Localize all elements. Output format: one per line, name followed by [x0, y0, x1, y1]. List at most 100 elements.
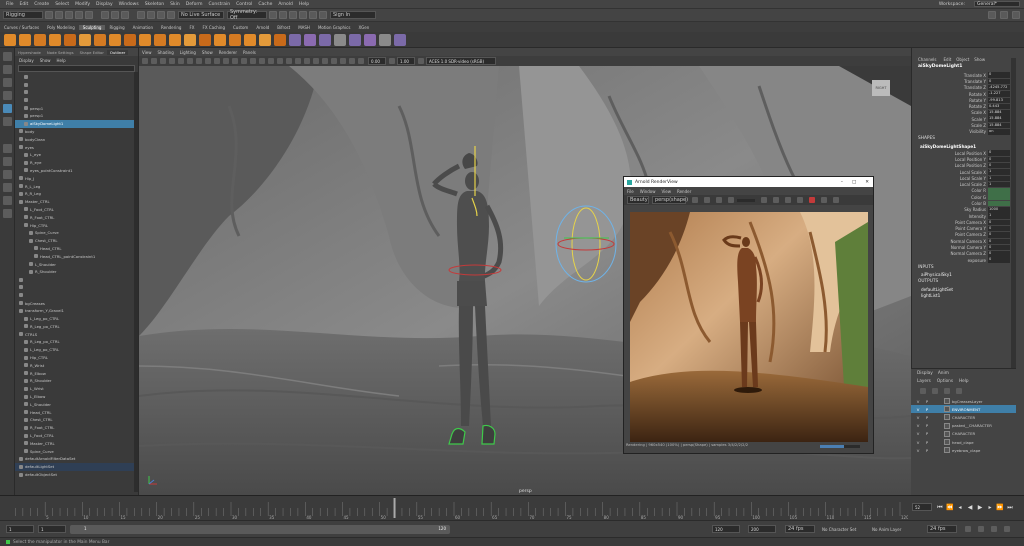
outliner-menu-item[interactable]: Display [19, 58, 34, 63]
renderview-menu-item[interactable]: Render [677, 189, 691, 194]
channel-value[interactable]: 0 [988, 244, 1010, 251]
debug-icon[interactable] [833, 197, 839, 203]
channel-row[interactable]: Point Camera X0 [912, 219, 1016, 226]
user-icon[interactable] [319, 11, 327, 19]
signin-dropdown[interactable]: Sign In [330, 11, 376, 19]
channel-value[interactable] [988, 194, 1010, 200]
snapshot-icon[interactable] [761, 197, 767, 203]
layer-visibility-toggle[interactable]: V [915, 431, 921, 436]
single-view-icon[interactable] [3, 144, 12, 153]
renderview-menu-item[interactable]: Window [640, 189, 656, 194]
channel-row[interactable]: Translate Z -4245.772 [912, 84, 1016, 91]
menu-item-control[interactable]: Control [236, 2, 252, 7]
channel-row[interactable]: Point Camera Z0 [912, 232, 1016, 238]
channel-value[interactable]: 0 [988, 257, 1010, 263]
modeling-toolkit-icon[interactable] [1012, 11, 1020, 19]
channel-row[interactable]: Color G [912, 194, 1016, 200]
symmetry-dropdown[interactable]: Symmetry: Off [227, 9, 267, 21]
resolution-gate-icon[interactable] [196, 58, 202, 64]
outliner-item[interactable]: R_Shoulder [15, 268, 138, 276]
sculpt-tool-icon[interactable] [4, 33, 16, 46]
channel-value[interactable]: 1 [988, 181, 1010, 188]
outliner-item[interactable] [15, 284, 138, 292]
channel-row[interactable]: Scale Z 15.884 [912, 122, 1016, 129]
aov-dropdown[interactable]: Beauty [627, 196, 649, 204]
outliner-item[interactable]: L_eye [15, 151, 138, 159]
channel-row[interactable]: Color B [912, 200, 1016, 207]
viewport-menu-item[interactable]: Panels [240, 50, 259, 55]
outliner-item[interactable]: L_Shoulder [15, 400, 138, 408]
channel-value[interactable]: 0 [988, 78, 1010, 85]
render-settings-icon[interactable] [289, 11, 297, 19]
outliner-item[interactable]: R_Leg_po_CTRL [15, 338, 138, 346]
close-button[interactable]: ✕ [865, 180, 869, 185]
outliner-menu-item[interactable]: Help [57, 58, 66, 63]
gate-mask-icon[interactable] [205, 58, 211, 64]
current-frame-field[interactable]: 52 [912, 503, 932, 511]
outliner-item[interactable]: defaultArnoldFilterDataSet [15, 455, 138, 463]
select-component-icon[interactable] [121, 11, 129, 19]
step-back-frame-icon[interactable]: ◂ [956, 504, 964, 512]
select-object-icon[interactable] [111, 11, 119, 19]
layer-tab[interactable]: Anim [938, 371, 949, 376]
renderview-menu-item[interactable]: File [627, 189, 634, 194]
outliner-item[interactable]: defaultObjectSet [15, 471, 138, 479]
sculpt-tool-icon[interactable] [364, 33, 376, 46]
shelf-tab[interactable]: Bifrost [273, 25, 294, 30]
sculpt-tool-icon[interactable] [199, 33, 211, 46]
shape-node-name[interactable]: aiSkyDomeLightShape1 [912, 143, 1016, 150]
snap-grid-icon[interactable] [137, 11, 145, 19]
layer-visibility-toggle[interactable]: V [915, 399, 921, 404]
sculpt-tool-icon[interactable] [229, 33, 241, 46]
shelf-tab[interactable]: Poly Modeling [43, 25, 79, 30]
colorspace-dropdown[interactable]: ACES 1.0 SDR-video (sRGB) [426, 57, 496, 65]
menu-item-create[interactable]: Create [34, 2, 49, 7]
render-image[interactable] [630, 212, 868, 442]
layer-menu-item[interactable]: Layers [917, 378, 931, 383]
channel-row[interactable]: Local Scale Z1 [912, 181, 1016, 188]
channelbox-menu-item[interactable]: Channels [918, 57, 937, 62]
move-tool-icon[interactable] [3, 91, 12, 100]
redo-icon[interactable] [85, 11, 93, 19]
outliner-item[interactable]: L_Foot_CTRL [15, 432, 138, 440]
sculpt-tool-icon[interactable] [319, 33, 331, 46]
outliner-item[interactable]: Spine_Curve [15, 447, 138, 455]
film-gate-icon[interactable] [187, 58, 193, 64]
sculpt-tool-icon[interactable] [19, 33, 31, 46]
menu-item-edit[interactable]: Edit [20, 2, 29, 7]
outliner-item[interactable]: Head_CTRL [15, 245, 138, 253]
isolate-select-icon[interactable] [340, 58, 346, 64]
outliner-item[interactable] [15, 73, 138, 81]
menu-item-windows[interactable]: Windows [119, 2, 139, 7]
outliner-item[interactable]: L_Shoulder [15, 260, 138, 268]
safe-action-icon[interactable] [223, 58, 229, 64]
output-node[interactable]: lightList1 [912, 292, 1016, 299]
menu-item-modify[interactable]: Modify [75, 2, 90, 7]
sculpt-tool-icon[interactable] [79, 33, 91, 46]
outliner-item[interactable]: R_L_Leg [15, 182, 138, 190]
sculpt-tool-icon[interactable] [379, 33, 391, 46]
sculpt-tool-icon[interactable] [394, 33, 406, 46]
channel-row[interactable]: Local Position X0 [912, 150, 1016, 156]
outliner-item[interactable]: Master_CTRL [15, 439, 138, 447]
depth-of-field-icon[interactable] [331, 58, 337, 64]
go-to-end-icon[interactable]: ⏭ [1006, 504, 1014, 512]
sculpt-tool-icon[interactable] [139, 33, 151, 46]
region-icon[interactable] [773, 197, 779, 203]
anim-layer-label[interactable]: No Anim Layer [872, 527, 901, 532]
current-time-indicator[interactable] [393, 498, 396, 518]
outliner-item[interactable]: R_R_Leg [15, 190, 138, 198]
hypershade-icon[interactable] [299, 11, 307, 19]
shelf-tab[interactable]: Animation [129, 25, 157, 30]
sculpt-tool-icon[interactable] [94, 33, 106, 46]
four-view-icon[interactable] [3, 157, 12, 166]
character-set-label[interactable]: No Character Set [822, 527, 856, 532]
outliner-item[interactable]: aiSkyDomeLight1 [15, 119, 138, 128]
viewport-menu-item[interactable]: Show [199, 50, 216, 55]
time-slider[interactable]: 5 10 15 20 25 30 35 40 45 50 55 60 65 70 75 80 85 90 95 100… [0, 495, 1024, 520]
lasso-tool-icon[interactable] [3, 65, 12, 74]
exposure-slider[interactable] [737, 198, 755, 202]
channel-value[interactable]: 15.884 [988, 116, 1010, 122]
channel-value[interactable]: 0 [988, 72, 1010, 78]
start-time-field[interactable]: 1 [6, 525, 34, 533]
